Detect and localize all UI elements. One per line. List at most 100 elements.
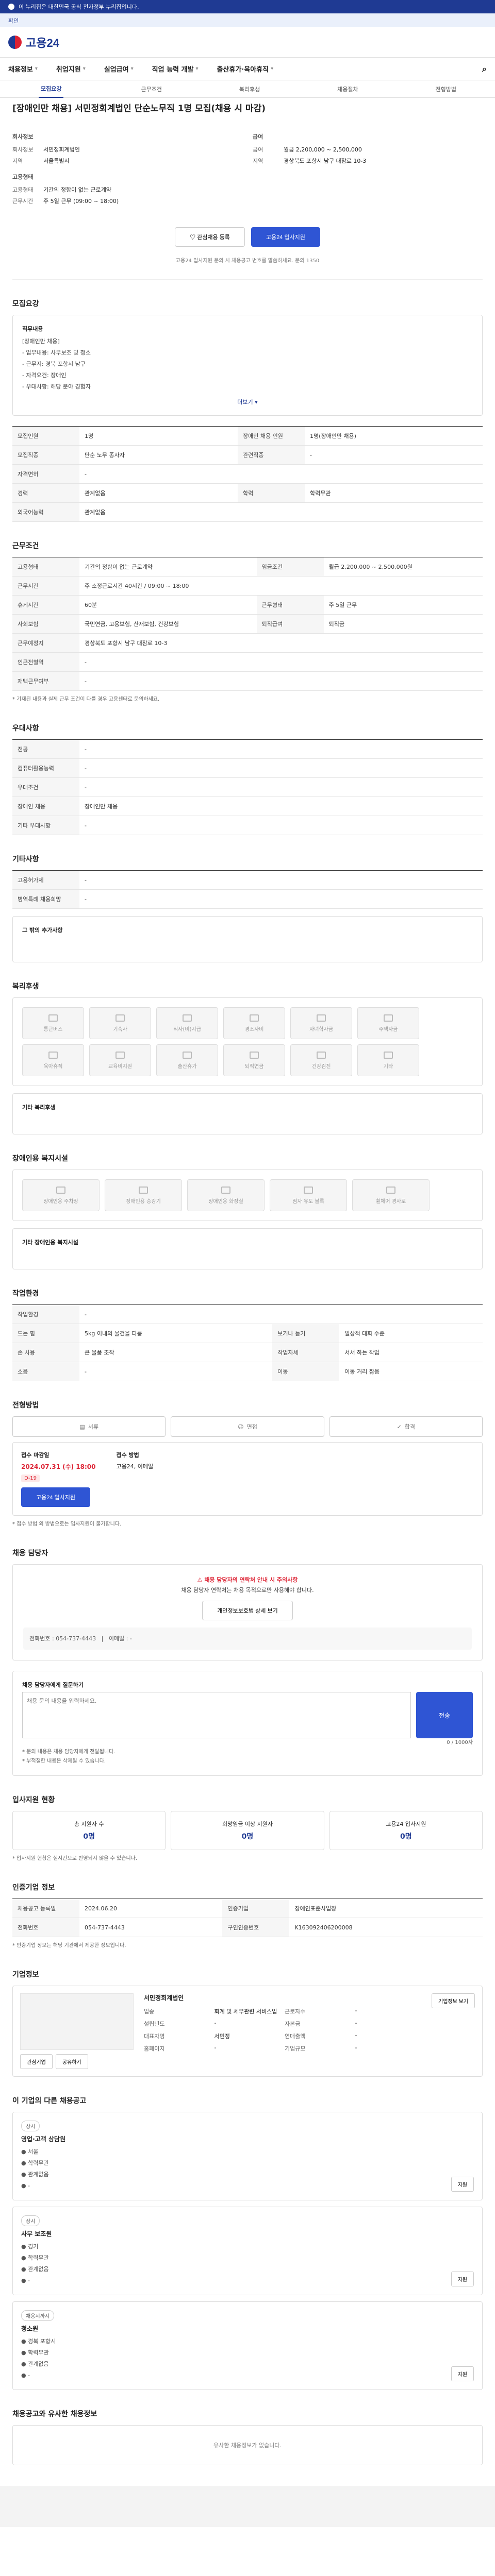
corp-share-button[interactable]: 공유하기: [55, 2054, 88, 2070]
facility-item: 건강검진: [290, 1044, 352, 1076]
row-label: 모집인원: [12, 426, 79, 446]
kv-val: 월급 2,200,000 ~ 2,500,000: [284, 146, 362, 153]
process-steps: ▤ 서류 ☺ 면접 ✓ 합격: [12, 1416, 483, 1437]
facility-label: 교육비지원: [108, 1063, 132, 1070]
kv: 지역 서울특별시: [12, 155, 242, 166]
facility-icon: [183, 1051, 192, 1059]
row-label: 근무시간: [12, 576, 79, 596]
stat-value: 0명: [83, 1833, 95, 1841]
row-label: 재택근무여부: [12, 671, 79, 691]
type-heading: 고용형태: [12, 174, 34, 180]
gov-banner: 이 누리집은 대한민국 공식 전자정부 누리집입니다.: [0, 0, 495, 13]
step-item: ☺ 면접: [171, 1416, 324, 1437]
meta-text: 관계없음: [28, 2266, 49, 2273]
stat-item: 총 지원자 수 0명: [12, 1811, 166, 1851]
nav-item-1[interactable]: 취업지원 ▾: [56, 64, 86, 74]
facility-label: 경조사비: [244, 1026, 264, 1032]
chevron-down-icon: ▾: [82, 66, 86, 72]
apply-button[interactable]: 고용24 입사지원: [251, 227, 320, 247]
otherjob-card[interactable]: 채용시까지 청소원 ● 경북 포항시 ● 학력무관 ● 관계없음 ● - 지원: [12, 2301, 483, 2391]
facility-item: 교육비지원: [89, 1044, 151, 1076]
corp-field-value: -: [214, 2044, 217, 2052]
gov-banner-toggle[interactable]: 확인: [0, 13, 495, 27]
nav-item-3[interactable]: 직업 능력 개발 ▾: [152, 64, 199, 74]
alert-icon: ⚠: [197, 1577, 205, 1583]
scrap-button[interactable]: ♡ 관심채용 등록: [175, 227, 245, 247]
facility-icon: [139, 1186, 148, 1194]
otherjob-apply-button[interactable]: 지원: [451, 2272, 474, 2287]
section-related: 채용공고와 유사한 채용정보: [12, 2410, 97, 2419]
contact-warning-text: 채용 담당자의 연락처 안내 시 주의사항: [204, 1577, 298, 1583]
summary-right: 급여 급여 월급 2,200,000 ~ 2,500,000 지역 경상북도 포항시…: [253, 126, 483, 207]
tab-welfare[interactable]: 복리후생: [239, 85, 260, 93]
more-button[interactable]: 더보기 ▾: [22, 393, 473, 406]
recruit-box: 직무내용 [장애인만 채용] - 업무내용: 사무보조 및 청소 - 근무지: …: [12, 315, 483, 416]
otherjob-apply-button[interactable]: 지원: [451, 2366, 474, 2382]
table-row: 휴게시간 60분 근무형태 주 5일 근무: [12, 595, 483, 615]
otherjob-title[interactable]: 사무 보조원: [21, 2229, 52, 2238]
site-logo[interactable]: 고용24: [8, 34, 59, 50]
otherjob-tag: 채용시까지: [21, 2310, 54, 2321]
corp-fav-button[interactable]: 관심기업: [20, 2054, 53, 2070]
facility-item: 장애인용 주차장: [22, 1179, 100, 1211]
document-icon: ▤: [79, 1423, 85, 1430]
nav-item-0[interactable]: 채용정보 ▾: [8, 64, 38, 74]
otherjob-meta-item: ● 관계없음: [21, 2171, 49, 2178]
otherjob-card[interactable]: 상시 사무 보조원 ● 경기 ● 학력무관 ● 관계없음 ● - 지원: [12, 2207, 483, 2296]
list-item: - 우대사항: 해당 분야 경험자: [22, 383, 91, 390]
otherjob-apply-button[interactable]: 지원: [451, 2177, 474, 2192]
section-env: 작업환경: [12, 1290, 39, 1298]
table-row: 장애인 채용 장애인만 채용: [12, 796, 483, 816]
facility-label: 통근버스: [43, 1026, 63, 1032]
otherjob-title[interactable]: 영업·고객 상담원: [21, 2134, 65, 2143]
row-label: 외국어능력: [12, 502, 79, 522]
inquiry-input[interactable]: [22, 1692, 411, 1739]
step-item: ✓ 합격: [329, 1416, 483, 1437]
facility-icon: [317, 1014, 326, 1022]
corp-field-label: 대표자명: [144, 2033, 165, 2040]
row-label: 우대조건: [12, 777, 79, 797]
otherjob-title[interactable]: 청소원: [21, 2324, 56, 2333]
deadline-value: 2024.07.31 (수) 18:00: [21, 1463, 96, 1470]
corp-detail-button[interactable]: 기업정보 보기: [432, 1993, 475, 2009]
privacy-button[interactable]: 개인정보보호법 상세 보기: [202, 1600, 293, 1620]
tab-process[interactable]: 채용절차: [337, 85, 358, 93]
corp-field-value: -: [355, 2007, 357, 2014]
row-value: -: [79, 816, 483, 835]
kv-key: 회사정보: [12, 146, 34, 153]
table-row: 작업환경 -: [12, 1304, 483, 1324]
table-row: 사회보험 국민연금, 고용보험, 산재보험, 건강보험 퇴직급여 퇴직금: [12, 614, 483, 634]
other-extra: 그 밖의 추가사항: [12, 916, 483, 962]
corp-field-value: -: [214, 2020, 217, 2027]
process-note: * 접수 방법 외 방법으로는 입사지원이 불가합니다.: [12, 1521, 122, 1527]
summary-left: 회사정보 회사정보 서민정회계법인 지역 서울특별시 고용형태 고용형태 기간의 정함…: [12, 126, 242, 207]
kv-key: 지역: [12, 158, 23, 164]
apply-button-2[interactable]: 고용24 입사지원: [21, 1487, 91, 1507]
nav-item-4[interactable]: 출산휴가·육아휴직 ▾: [217, 64, 273, 74]
kv-key: 근무시간: [12, 198, 34, 205]
site-footer: [0, 2486, 495, 2528]
tab-conditions[interactable]: 근무조건: [141, 85, 161, 93]
status-note: * 입사지원 현황은 실시간으로 반영되지 않을 수 있습니다.: [12, 1856, 138, 1862]
table-row: 컴퓨터활용능력 -: [12, 758, 483, 778]
row-label: 근무예정지: [12, 633, 79, 653]
corp-field-label: 근로자수: [285, 2008, 306, 2015]
inquiry-label: 채용 담당자에게 질문하기: [22, 1682, 84, 1689]
more-label: 더보기: [237, 399, 253, 405]
nav-item-2[interactable]: 실업급여 ▾: [104, 64, 134, 74]
otherjob-meta-item: ● 학력무관: [21, 2255, 49, 2262]
otherjob-card[interactable]: 상시 영업·고객 상담원 ● 서울 ● 학력무관 ● 관계없음 ● - 지원: [12, 2112, 483, 2201]
other-extra-label: 그 밖의 추가사항: [22, 927, 63, 934]
meta-text: 경기: [28, 2243, 39, 2250]
search-icon[interactable]: ⌕: [482, 64, 487, 74]
tab-recruit[interactable]: 모집요강: [38, 80, 64, 98]
tab-method[interactable]: 전형방법: [436, 85, 456, 93]
row-label: 드는 힘: [12, 1324, 79, 1343]
inquiry-send-button[interactable]: 전송: [416, 1692, 473, 1739]
nav-label: 출산휴가·육아휴직: [217, 66, 269, 74]
corp-name: 서민정회계법인: [144, 1994, 184, 2002]
apply-method: 접수 방법 고용24, 이메일: [116, 1451, 153, 1507]
facility-icon: [48, 1051, 58, 1059]
corp-field-value: -: [355, 2020, 357, 2027]
person-icon: ☺: [238, 1423, 244, 1430]
